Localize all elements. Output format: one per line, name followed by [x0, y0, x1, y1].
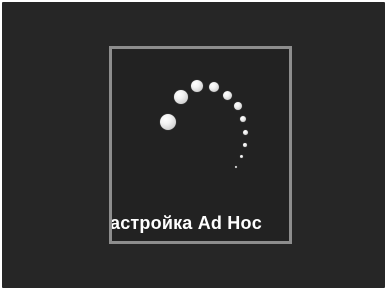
progress-dialog: астройка Ad Hoc — [109, 46, 292, 244]
spinner-dot — [234, 102, 242, 110]
spinner-dot — [240, 116, 246, 122]
loading-spinner-icon — [158, 76, 258, 176]
status-text: астройка Ad Hoc — [110, 213, 262, 233]
screen: астройка Ad Hoc — [2, 2, 385, 288]
spinner-dot — [243, 130, 248, 135]
spinner-dot — [240, 155, 243, 158]
spinner-dot — [174, 90, 188, 104]
spinner-dot — [223, 91, 232, 100]
spinner-dot — [209, 82, 219, 92]
spinner-dot — [160, 114, 176, 130]
spinner-dot — [191, 80, 203, 92]
spinner-dot — [243, 143, 247, 147]
spinner-dot — [235, 166, 237, 168]
